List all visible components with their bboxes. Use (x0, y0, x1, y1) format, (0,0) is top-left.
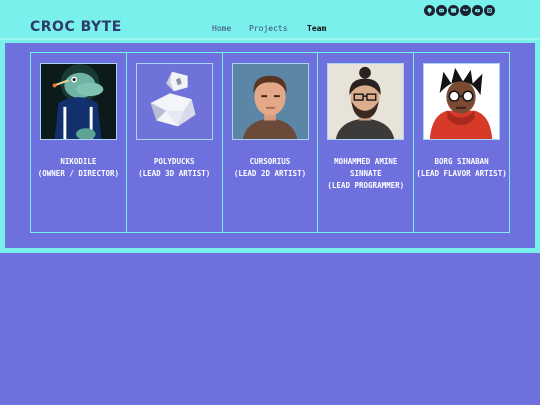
site-logo[interactable]: CROC BYTE (30, 19, 122, 35)
low-poly-duck-avatar (135, 63, 213, 140)
team-grid: NIKODILE (OWNER / DIRECTOR) POLYDUCKS (L… (30, 52, 510, 233)
team-member-name: POLYDUCKS (153, 157, 195, 166)
bluesky-icon[interactable] (460, 5, 471, 16)
team-member-name: MOHAMMED AMINE SINNATE (334, 157, 398, 178)
youtube-icon[interactable] (472, 5, 483, 16)
team-card-mohammed: MOHAMMED AMINE SINNATE (LEAD PROGRAMMER) (318, 53, 415, 232)
team-member-name: BORG SINABAN (434, 157, 489, 166)
discord-icon[interactable] (436, 5, 447, 16)
nav-home[interactable]: Home (212, 24, 231, 33)
nav-team[interactable]: Team (307, 24, 326, 33)
team-member-name: CURSORIUS (249, 157, 291, 166)
team-member-role: (OWNER / DIRECTOR) (37, 169, 120, 178)
team-member-role: (LEAD 2D ARTIST) (233, 169, 307, 178)
cartoon-hoodie-avatar (423, 63, 501, 140)
man-with-bun-avatar (327, 63, 405, 140)
social-links (424, 5, 495, 16)
crocodile-avatar (40, 63, 117, 140)
team-member-role: (LEAD FLAVOR ARTIST) (416, 169, 507, 178)
team-card-polyducks: POLYDUCKS (LEAD 3D ARTIST) (127, 53, 223, 232)
instagram-icon[interactable] (484, 5, 495, 16)
team-card-borg: BORG SINABAN (LEAD FLAVOR ARTIST) (414, 53, 509, 232)
top-bar: CROC BYTE Home Projects Team (0, 0, 540, 40)
team-member-role: (LEAD PROGRAMMER) (327, 181, 405, 190)
itch-icon[interactable] (448, 5, 459, 16)
team-section-inner: NIKODILE (OWNER / DIRECTOR) POLYDUCKS (L… (5, 43, 535, 248)
team-card-cursorius: CURSORIUS (LEAD 2D ARTIST) (223, 53, 319, 232)
team-card-nikodile: NIKODILE (OWNER / DIRECTOR) (31, 53, 127, 232)
team-member-role: (LEAD 3D ARTIST) (138, 169, 211, 178)
man-portrait-avatar (231, 63, 309, 140)
team-member-name: NIKODILE (60, 157, 97, 166)
team-section: NIKODILE (OWNER / DIRECTOR) POLYDUCKS (L… (0, 40, 540, 253)
nav-projects[interactable]: Projects (249, 24, 288, 33)
github-icon[interactable] (424, 5, 435, 16)
